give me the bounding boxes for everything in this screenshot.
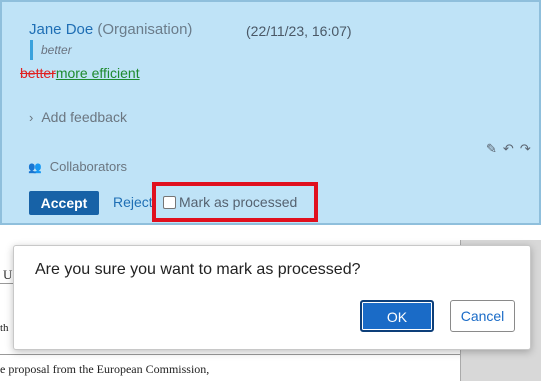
document-text-fragment: th bbox=[0, 322, 9, 334]
cancel-button[interactable]: Cancel bbox=[450, 300, 515, 332]
accept-button[interactable]: Accept bbox=[29, 191, 99, 215]
collaborators-label: Collaborators bbox=[49, 159, 128, 174]
quoted-original-text: better bbox=[30, 40, 72, 60]
inserted-text: more efficient bbox=[55, 65, 140, 81]
mark-as-processed[interactable]: Mark as processed bbox=[163, 194, 297, 210]
pencil-icon[interactable]: ✎ bbox=[486, 141, 503, 156]
add-feedback-label: Add feedback bbox=[41, 109, 127, 125]
confirm-dialog: Are you sure you want to mark as process… bbox=[13, 245, 531, 350]
mark-processed-label: Mark as processed bbox=[179, 194, 298, 210]
author-organisation: (Organisation) bbox=[97, 21, 193, 38]
table-border-bottom bbox=[0, 354, 460, 355]
suggestion-timestamp: (22/11/23, 16:07) bbox=[246, 23, 352, 39]
document-heading-fragment: U bbox=[3, 267, 13, 282]
suggestion-card: Jane Doe (Organisation) (22/11/23, 16:07… bbox=[0, 0, 541, 225]
redo-icon[interactable]: ↷ bbox=[520, 141, 537, 156]
ok-button[interactable]: OK bbox=[360, 300, 434, 332]
add-feedback-toggle[interactable]: › Add feedback bbox=[29, 109, 127, 125]
suggestion-author: Jane Doe (Organisation) bbox=[29, 21, 192, 38]
chevron-right-icon: › bbox=[29, 110, 34, 125]
document-body-text: e proposal from the European Commission, bbox=[0, 362, 210, 376]
author-name[interactable]: Jane Doe bbox=[29, 21, 93, 38]
deleted-text: better bbox=[20, 65, 56, 81]
dialog-message: Are you sure you want to mark as process… bbox=[35, 261, 361, 278]
undo-icon[interactable]: ↶ bbox=[503, 141, 520, 156]
suggestion-tools: ✎↶↷ bbox=[486, 141, 537, 157]
collaborators-toggle[interactable]: 👥 Collaborators bbox=[28, 159, 127, 174]
collaborators-icon: 👥 bbox=[28, 162, 42, 174]
mark-processed-checkbox[interactable] bbox=[163, 195, 176, 209]
tracked-change: bettermore efficient bbox=[20, 65, 140, 81]
reject-button[interactable]: Reject bbox=[113, 194, 153, 210]
